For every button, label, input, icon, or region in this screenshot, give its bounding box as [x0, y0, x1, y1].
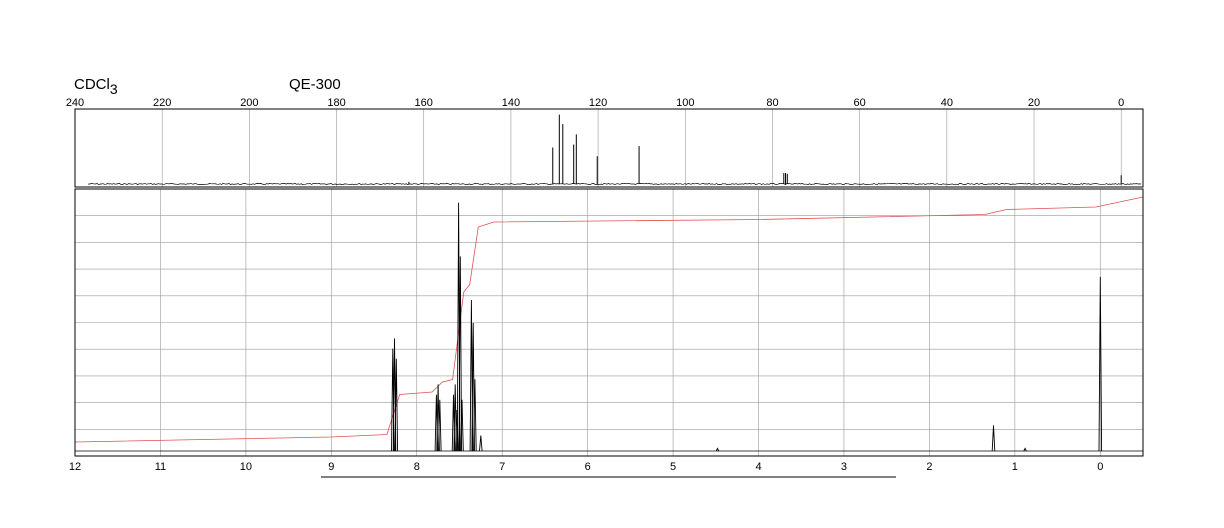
c13-gridlines: [74, 109, 1122, 187]
h1-axis-tick-labels: 12 11 10 9 8 7 6 5 4 3 2 1 0: [69, 461, 1103, 473]
h1-gridlines: [74, 189, 1143, 456]
c13-tick-label: 180: [327, 97, 345, 109]
h1-tick-label: 12: [69, 461, 81, 473]
c13-tick-label: 20: [1028, 97, 1040, 109]
c13-tick-label: 120: [589, 97, 607, 109]
h1-peak: [479, 435, 483, 452]
c13-axis-tick-labels: 240 220 200 180 160 140 120 100 80 60 40 20 0: [66, 97, 1124, 109]
c13-panel-frame: [74, 108, 1144, 188]
c13-tick-label: 80: [766, 97, 778, 109]
c13-baseline: [88, 183, 1142, 186]
c13-peaks: [408, 114, 1122, 184]
c13-tick-label: 100: [676, 97, 694, 109]
h1-tick-label: 10: [240, 461, 252, 473]
h1-tick-label: 0: [1097, 461, 1103, 473]
c13-tick-label: 140: [502, 97, 520, 109]
c13-tick-label: 40: [941, 97, 953, 109]
c13-tick-label: 160: [415, 97, 433, 109]
h1-tick-label: 7: [499, 461, 505, 473]
c13-tick-label: 60: [854, 97, 866, 109]
c13-tick-label: 220: [153, 97, 171, 109]
h1-integral-curve: [74, 196, 1144, 443]
c13-tick-label: 200: [240, 97, 258, 109]
h1-tick-label: 4: [755, 461, 761, 473]
h1-tick-label: 2: [926, 461, 932, 473]
nmr-spectra-figure: 240 220 200 180 160 140 120 100 80 60 40 20 0 12 11 10…: [66, 97, 1144, 478]
h1-tick-label: 3: [841, 461, 847, 473]
h1-tick-label: 5: [670, 461, 676, 473]
h1-tick-label: 6: [585, 461, 591, 473]
h1-tick-label: 11: [155, 461, 166, 473]
h1-tick-label: 9: [328, 461, 334, 473]
h1-peaks: [75, 202, 1143, 452]
h1-tick-label: 1: [1012, 461, 1018, 473]
c13-tick-label: 0: [1118, 97, 1124, 109]
c13-tick-label: 240: [66, 97, 84, 109]
h1-tick-label: 8: [414, 461, 420, 473]
